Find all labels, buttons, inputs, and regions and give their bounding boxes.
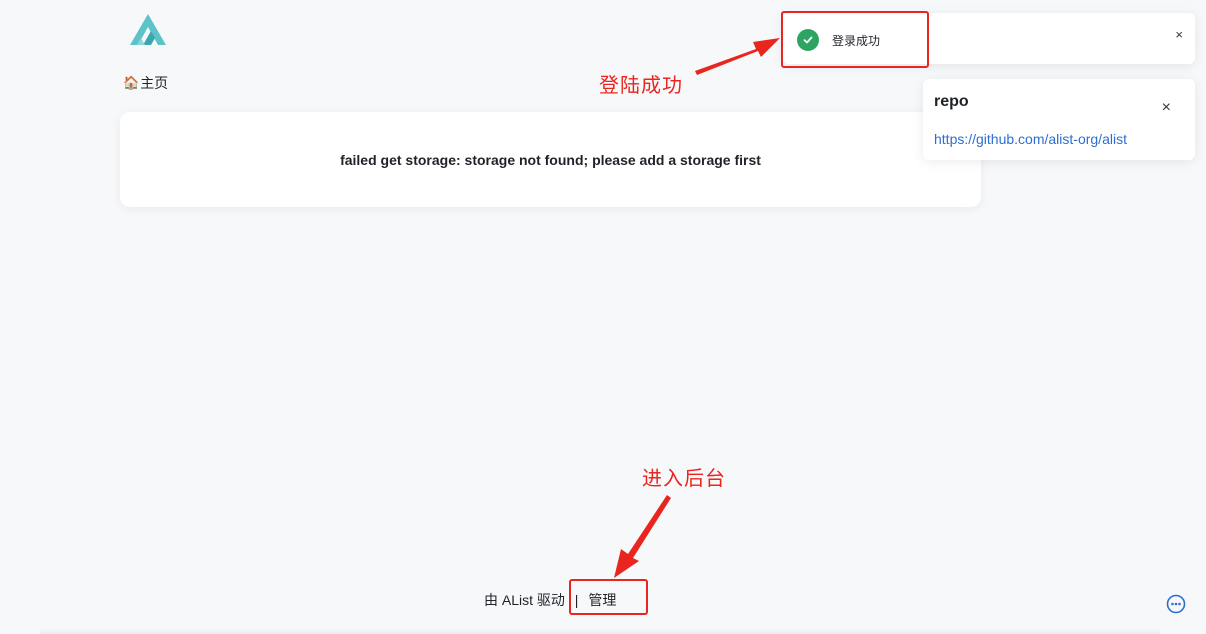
repo-notification: repo × https://github.com/alist-org/alis… [923,79,1195,160]
powered-by-text: 由 AList 驱动 [484,592,565,608]
more-horizontal-circle-icon[interactable] [1166,594,1186,614]
footer-separator: | [574,592,579,608]
notification-title: repo [934,93,969,110]
app-page: 🏠 主页 failed get storage: storage not fou… [0,0,1206,634]
bottom-shadow [40,628,1160,634]
repo-link[interactable]: https://github.com/alist-org/alist [934,131,1127,147]
annotation-highlight-toast [781,11,929,68]
annotation-arrow-manage [614,495,671,578]
error-message: failed get storage: storage not found; p… [340,151,761,168]
manage-link[interactable]: 管理 [588,592,616,608]
annotation-enter-admin: 进入后台 [642,468,726,490]
breadcrumb[interactable]: 🏠 主页 [123,73,168,93]
footer: 由 AList 驱动 | 管理 [484,590,616,610]
close-icon[interactable]: × [1162,99,1171,117]
annotation-login-success: 登陆成功 [599,75,683,97]
close-icon[interactable]: × [1175,27,1183,42]
breadcrumb-home-label[interactable]: 主页 [140,73,168,93]
alist-logo-icon[interactable] [127,12,169,48]
annotation-arrow-toast [695,38,780,75]
main-content-card: failed get storage: storage not found; p… [120,112,981,207]
home-icon: 🏠 [123,75,140,90]
